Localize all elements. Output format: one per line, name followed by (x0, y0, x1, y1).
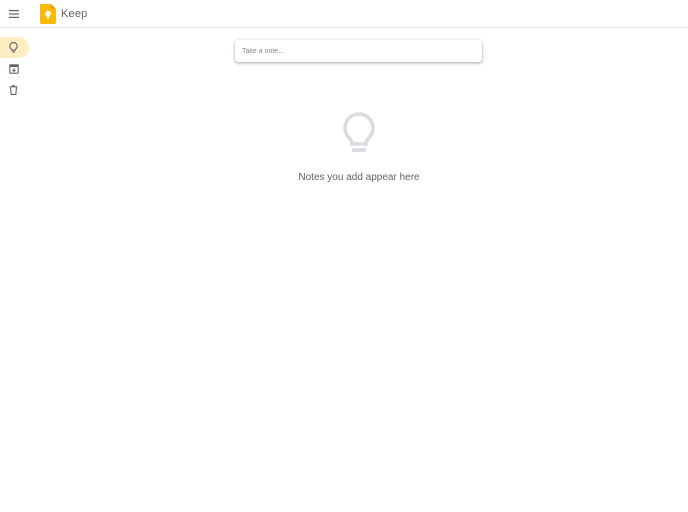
hamburger-menu-icon (9, 10, 19, 18)
empty-state-message: Notes you add appear here (298, 172, 420, 183)
sidebar-item-archive[interactable] (0, 58, 29, 79)
keep-app: Keep Notes you add appear here (0, 0, 688, 512)
archive-icon (9, 63, 19, 74)
main-menu-button[interactable] (4, 4, 24, 24)
lightbulb-outline-icon (343, 112, 375, 152)
sidebar-item-trash[interactable] (0, 79, 29, 100)
keep-logo-icon (40, 4, 56, 24)
top-bar: Keep (0, 0, 688, 28)
sidebar-item-notes[interactable] (0, 37, 29, 58)
lightbulb-icon (9, 42, 18, 53)
take-a-note-card (235, 40, 482, 62)
take-a-note-input[interactable] (235, 40, 482, 62)
app-title: Keep (61, 8, 88, 20)
trash-icon (9, 84, 18, 95)
